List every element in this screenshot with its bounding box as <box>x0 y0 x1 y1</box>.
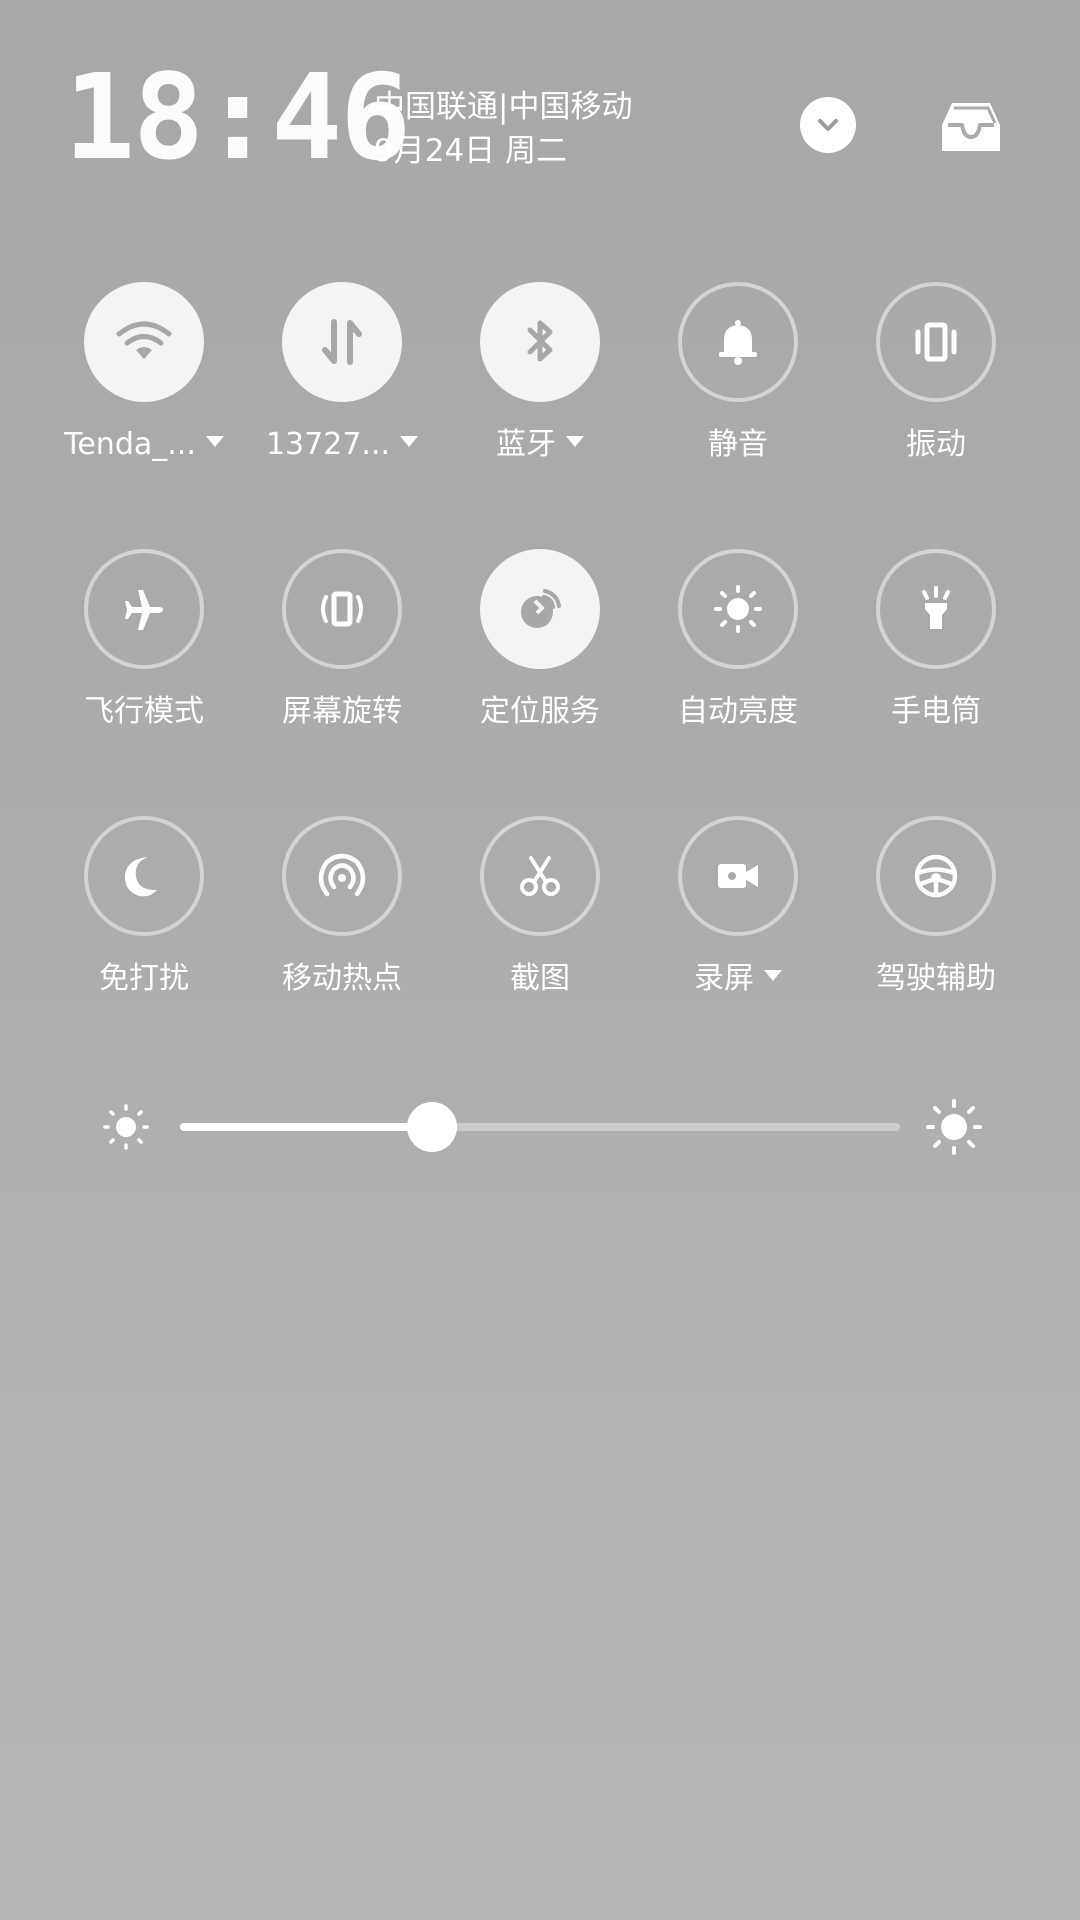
toggle-label: 13727... <box>252 425 432 465</box>
toggle-label-text: 移动热点 <box>282 961 402 996</box>
toggle-scissors[interactable]: 截图 <box>450 816 630 1016</box>
dropdown-caret-icon[interactable] <box>400 436 419 447</box>
toggle-label-text: 手电筒 <box>891 694 981 729</box>
toggle-bluetooth[interactable]: 蓝牙 <box>450 282 630 482</box>
toggle-location-button[interactable] <box>480 549 600 669</box>
toggle-airplane-button[interactable] <box>84 549 204 669</box>
location-icon <box>521 589 561 628</box>
toggle-label: 振动 <box>846 425 1026 465</box>
brightness-slider[interactable] <box>180 1102 900 1152</box>
toggle-vibrate-button[interactable] <box>876 282 996 402</box>
brightness-slider-fill <box>180 1123 432 1131</box>
toggle-label: 截图 <box>450 959 630 999</box>
hotspot-icon <box>318 853 366 897</box>
toggle-label: 静音 <box>648 425 828 465</box>
toggle-location[interactable]: 定位服务 <box>450 549 630 749</box>
mobile-data-icon <box>322 319 362 365</box>
brightness-high-icon <box>926 1099 982 1155</box>
toggle-label-text: 自动亮度 <box>678 694 798 729</box>
inbox-icon <box>942 103 1000 151</box>
toggle-mobile-data-button[interactable] <box>282 282 402 402</box>
toggle-label-text: 飞行模式 <box>84 694 204 729</box>
notification-inbox-button[interactable] <box>938 98 1004 156</box>
steering-wheel-icon <box>914 854 958 898</box>
toggle-bell-button[interactable] <box>678 282 798 402</box>
toggle-label-text: 录屏 <box>694 961 754 996</box>
toggle-label-text: 截图 <box>510 961 570 996</box>
toggle-label-text: 免打扰 <box>99 961 189 996</box>
brightness-slider-thumb[interactable] <box>407 1102 457 1152</box>
vibrate-icon <box>915 322 957 362</box>
chevron-down-icon <box>818 119 838 131</box>
toggle-label: 屏幕旋转 <box>252 692 432 732</box>
bluetooth-icon <box>527 320 553 362</box>
toggle-video-camera-button[interactable] <box>678 816 798 936</box>
toggle-moon-button[interactable] <box>84 816 204 936</box>
dropdown-caret-icon[interactable] <box>566 436 584 447</box>
toggle-label-text: 振动 <box>906 427 966 462</box>
toggle-auto-brightness-button[interactable] <box>678 549 798 669</box>
collapse-button[interactable] <box>800 97 856 153</box>
toggle-label-text: 静音 <box>708 427 768 462</box>
toggle-label: 手电筒 <box>846 692 1026 732</box>
bell-icon <box>719 320 757 365</box>
toggle-label: 蓝牙 <box>450 425 630 465</box>
video-camera-icon <box>718 864 758 888</box>
toggle-auto-brightness[interactable]: 自动亮度 <box>648 549 828 749</box>
toggle-label-text: 蓝牙 <box>496 427 556 462</box>
toggle-bell[interactable]: 静音 <box>648 282 828 482</box>
toggle-label-text: 屏幕旋转 <box>282 694 402 729</box>
toggle-label-text: 定位服务 <box>480 694 600 729</box>
date: 9月24日 周二 <box>374 133 568 169</box>
toggle-flashlight[interactable]: 手电筒 <box>846 549 1026 749</box>
dropdown-caret-icon[interactable] <box>205 436 224 447</box>
toggle-flashlight-button[interactable] <box>876 549 996 669</box>
toggle-label-text: Tenda_... <box>64 427 196 462</box>
toggle-wifi[interactable]: Tenda_... <box>54 282 234 482</box>
rotate-icon <box>321 591 363 627</box>
toggle-mobile-data[interactable]: 13727... <box>252 282 432 482</box>
toggle-rotate[interactable]: 屏幕旋转 <box>252 549 432 749</box>
brightness-low-icon <box>103 1104 149 1150</box>
wifi-icon <box>116 321 172 359</box>
scissors-icon <box>520 856 560 896</box>
flashlight-icon <box>922 586 950 629</box>
airplane-icon <box>125 590 163 630</box>
toggle-airplane[interactable]: 飞行模式 <box>54 549 234 749</box>
toggle-label: 移动热点 <box>252 959 432 999</box>
toggle-label: 定位服务 <box>450 692 630 732</box>
toggle-scissors-button[interactable] <box>480 816 600 936</box>
status-header: 18:46 中国联通|中国移动 9月24日 周二 <box>0 0 1080 200</box>
toggle-rotate-button[interactable] <box>282 549 402 669</box>
toggle-label: 自动亮度 <box>648 692 828 732</box>
dropdown-caret-icon[interactable] <box>764 970 782 981</box>
moon-icon <box>124 857 157 897</box>
toggle-moon[interactable]: 免打扰 <box>54 816 234 1016</box>
clock: 18:46 <box>64 48 411 186</box>
toggle-hotspot-button[interactable] <box>282 816 402 936</box>
toggle-hotspot[interactable]: 移动热点 <box>252 816 432 1016</box>
brightness-control <box>0 1090 1080 1160</box>
toggle-label: Tenda_... <box>54 425 234 465</box>
toggle-video-camera[interactable]: 录屏 <box>648 816 828 1016</box>
toggle-label-text: 13727... <box>265 427 391 462</box>
toggle-steering-wheel[interactable]: 驾驶辅助 <box>846 816 1026 1016</box>
toggle-wifi-button[interactable] <box>84 282 204 402</box>
toggle-label: 免打扰 <box>54 959 234 999</box>
toggle-label: 飞行模式 <box>54 692 234 732</box>
auto-brightness-icon <box>714 585 762 633</box>
toggle-steering-wheel-button[interactable] <box>876 816 996 936</box>
toggle-label: 录屏 <box>648 959 828 999</box>
toggle-bluetooth-button[interactable] <box>480 282 600 402</box>
toggle-vibrate[interactable]: 振动 <box>846 282 1026 482</box>
carrier-name: 中国联通|中国移动 <box>374 89 633 125</box>
toggle-label-text: 驾驶辅助 <box>876 961 996 996</box>
toggle-label: 驾驶辅助 <box>846 959 1026 999</box>
